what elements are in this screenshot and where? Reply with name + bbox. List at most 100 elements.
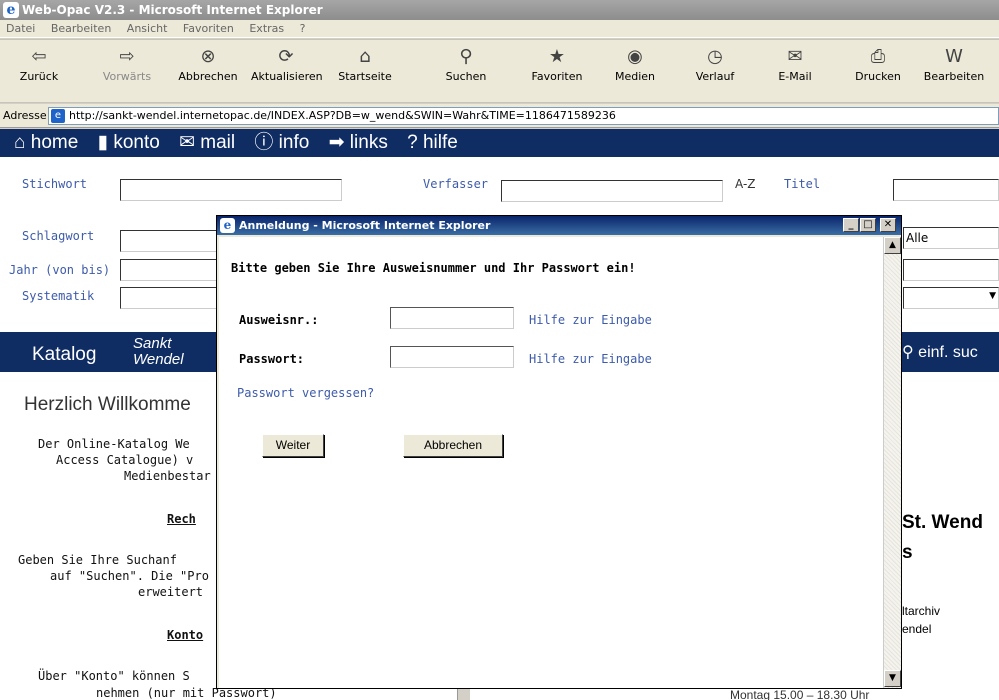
systematik-label: Systematik	[22, 289, 95, 303]
jahr-input[interactable]	[120, 259, 220, 281]
a-z-index-icon[interactable]: A-Z	[735, 177, 756, 191]
intro-line-2: Access Catalogue) v	[56, 453, 194, 467]
minimize-button[interactable]: _	[843, 218, 859, 232]
edit-button[interactable]: W Bearbeiten	[919, 44, 989, 83]
dropdown-arrow-icon: ▼	[989, 291, 996, 301]
search-button[interactable]: ⚲ Suchen	[431, 44, 501, 83]
katalog-label: Katalog	[32, 344, 97, 365]
systematik-select[interactable]: ▼	[903, 287, 999, 309]
word-edit-icon: W	[945, 46, 963, 67]
refresh-icon: ⟳	[278, 46, 294, 67]
menu-datei[interactable]: Datei	[0, 20, 41, 37]
right-input-2[interactable]	[903, 259, 999, 281]
window-title: Web-Opac V2.3 - Microsoft Internet Explo…	[22, 3, 323, 17]
nav-konto[interactable]: ▮ konto	[98, 132, 160, 153]
menu-bar: Datei Bearbeiten Ansicht Favoriten Extra…	[0, 20, 999, 38]
address-label: Adresse	[3, 109, 47, 122]
media-button[interactable]: ◉ Medien	[600, 44, 670, 83]
favorites-icon: ★	[548, 46, 566, 67]
jahr-label: Jahr (von bis)	[9, 263, 111, 277]
search-help-line-2: auf "Suchen". Die "Pro	[50, 569, 209, 583]
systematik-input[interactable]	[120, 287, 220, 309]
nav-mail[interactable]: ✉ mail	[179, 132, 235, 153]
welcome-title: Herzlich Willkomme	[24, 394, 191, 415]
close-button[interactable]: ✕	[880, 218, 896, 232]
menu-favoriten[interactable]: Favoriten	[177, 20, 240, 37]
stop-button[interactable]: ⊗ Abbrechen	[173, 44, 243, 83]
scroll-down-icon[interactable]: ▼	[884, 670, 901, 687]
intro-line-1: Der Online-Katalog We	[38, 437, 190, 451]
history-icon: ◷	[707, 46, 723, 67]
print-button[interactable]: ⎙ Drucken	[843, 44, 913, 83]
hilfe-ausweis-link[interactable]: Hilfe zur Eingabe	[529, 313, 652, 327]
stichwort-label: Stichwort	[22, 177, 88, 191]
mail-icon: ✉	[787, 46, 803, 67]
window-titlebar[interactable]: e Web-Opac V2.3 - Microsoft Internet Exp…	[0, 0, 999, 20]
address-input[interactable]: e http://sankt-wendel.internetopac.de/IN…	[48, 107, 999, 125]
refresh-button[interactable]: ⟳ Aktualisieren	[251, 44, 323, 83]
einfache-suche-link[interactable]: ⚲ einf. suc	[902, 342, 978, 362]
verfasser-input[interactable]	[501, 180, 723, 202]
search-icon: ⚲	[459, 46, 473, 67]
konto-heading: Konto	[167, 628, 204, 642]
wendel-text: endel	[902, 622, 932, 636]
home-button[interactable]: ⌂ Startseite	[330, 44, 400, 83]
ie-logo-icon: e	[220, 218, 235, 233]
schlagwort-label: Schlagwort	[22, 229, 95, 243]
search-help-line-3: erweitert	[138, 585, 204, 599]
nav-home[interactable]: ⌂ home	[14, 132, 78, 153]
maximize-button[interactable]: □	[860, 218, 876, 232]
favorites-button[interactable]: ★ Favoriten	[522, 44, 592, 83]
weiter-button[interactable]: Weiter	[262, 434, 324, 457]
media-icon: ◉	[627, 46, 643, 67]
passwort-input[interactable]	[390, 346, 514, 368]
back-arrow-icon: ⇦	[31, 46, 47, 67]
select-alle[interactable]: Alle	[903, 227, 999, 249]
back-button[interactable]: ⇦ Zurück	[4, 44, 74, 83]
menu-ansicht[interactable]: Ansicht	[121, 20, 174, 37]
sankt-wendel-logo: Sankt Wendel	[133, 335, 184, 368]
dialog-body: Bitte geben Sie Ihre Ausweisnummer und I…	[219, 237, 883, 688]
ausweisnr-input[interactable]	[390, 307, 514, 329]
printer-icon: ⎙	[870, 46, 886, 67]
hilfe-passwort-link[interactable]: Hilfe zur Eingabe	[529, 352, 652, 366]
menu-help[interactable]: ?	[294, 20, 312, 37]
abbrechen-button[interactable]: Abbrechen	[403, 434, 503, 457]
browser-toolbar: ⇦ Zurück ⇨ Vorwärts ⊗ Abbrechen ⟳ Aktualisie…	[0, 39, 999, 103]
top-navigation: ⌂ home ▮ konto ✉ mail ⓘ info ➡ links ? h…	[0, 129, 999, 157]
stop-icon: ⊗	[200, 46, 216, 67]
titel-input[interactable]	[893, 179, 999, 201]
library-title: St. Wend	[902, 512, 983, 533]
dialog-scrollbar[interactable]: ▲ ▼	[883, 237, 901, 688]
history-button[interactable]: ◷ Verlauf	[680, 44, 750, 83]
page-icon: e	[51, 109, 65, 123]
login-instruction: Bitte geben Sie Ihre Ausweisnummer und I…	[231, 261, 636, 275]
nav-links[interactable]: ➡ links	[329, 132, 388, 153]
search-help-line-1: Geben Sie Ihre Suchanf	[18, 553, 177, 567]
stichwort-input[interactable]	[120, 179, 342, 201]
intro-line-3: Medienbestar	[124, 469, 211, 483]
address-url: http://sankt-wendel.internetopac.de/INDE…	[69, 109, 616, 122]
address-bar: Adresse e http://sankt-wendel.internetop…	[0, 104, 999, 128]
login-dialog: e Anmeldung - Microsoft Internet Explore…	[216, 215, 902, 689]
dialog-titlebar[interactable]: e Anmeldung - Microsoft Internet Explore…	[217, 216, 901, 235]
verfasser-label: Verfasser	[423, 177, 489, 191]
forward-button[interactable]: ⇨ Vorwärts	[92, 44, 162, 83]
email-button[interactable]: ✉ E-Mail	[760, 44, 830, 83]
menu-extras[interactable]: Extras	[243, 20, 290, 37]
titel-label: Titel	[784, 177, 821, 191]
scroll-up-icon[interactable]: ▲	[884, 237, 901, 254]
schlagwort-input[interactable]	[120, 230, 220, 252]
library-subtitle: s	[902, 542, 913, 563]
ie-logo-icon: e	[3, 2, 19, 18]
home-icon: ⌂	[359, 46, 371, 67]
nav-info[interactable]: ⓘ info	[254, 132, 309, 153]
nav-hilfe[interactable]: ? hilfe	[407, 132, 458, 153]
passwort-vergessen-link[interactable]: Passwort vergessen?	[237, 386, 374, 400]
forward-arrow-icon: ⇨	[119, 46, 135, 67]
archiv-text: ltarchiv	[902, 604, 941, 618]
recherche-heading: Rech	[167, 512, 196, 526]
menu-bearbeiten[interactable]: Bearbeiten	[45, 20, 117, 37]
ausweisnr-label: Ausweisnr.:	[239, 313, 319, 327]
konto-help-line-1: Über "Konto" können S	[38, 669, 190, 683]
